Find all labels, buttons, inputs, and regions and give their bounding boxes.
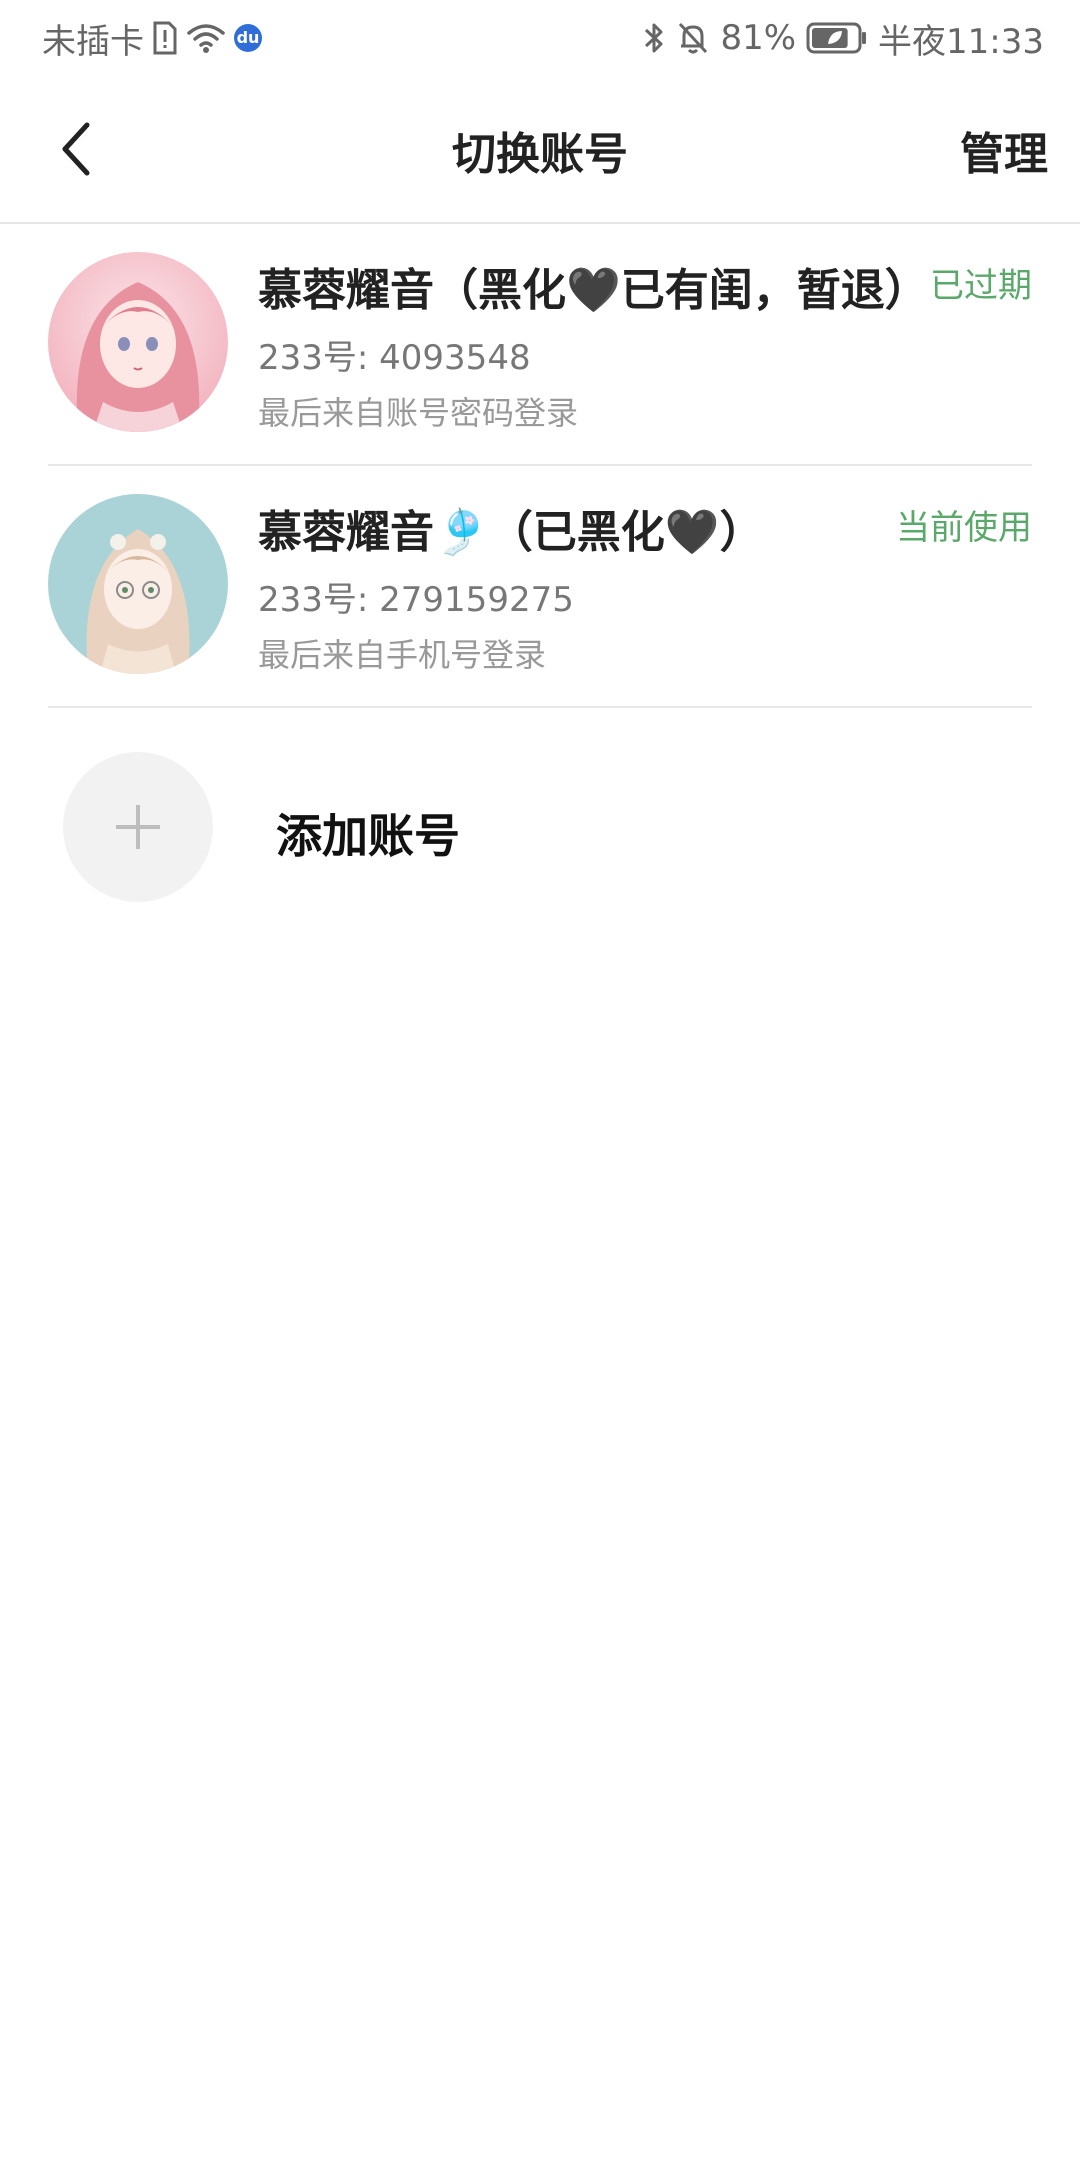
account-status-current: 当前使用 (896, 508, 1032, 548)
manage-button[interactable]: 管理 (960, 118, 1048, 182)
battery-percent: 81% (720, 18, 797, 58)
account-login-method: 最后来自账号密码登录 (258, 394, 579, 432)
baidu-app-icon: du (234, 24, 262, 52)
add-account-label: 添加账号 (276, 809, 460, 863)
sim-alert-icon (152, 21, 178, 55)
account-name: 慕蓉耀音（黑化🖤已有闺，暂退） (258, 265, 929, 316)
account-list: 慕蓉耀音（黑化🖤已有闺，暂退） 已过期 233号: 4093548 最后来自账号… (0, 224, 1080, 708)
header: 切换账号 管理 (0, 76, 1080, 224)
plus-icon (116, 805, 160, 849)
account-item[interactable]: 慕蓉耀音🎐（已黑化🖤） 当前使用 233号: 279159275 最后来自手机号… (48, 466, 1032, 708)
status-bar-left: 未插卡 du (42, 14, 262, 62)
add-account-circle[interactable] (63, 752, 213, 902)
bluetooth-icon (642, 20, 666, 56)
status-bar: 未插卡 du 81% 半夜11:33 (0, 0, 1080, 76)
account-id: 233号: 4093548 (258, 338, 531, 378)
account-item[interactable]: 慕蓉耀音（黑化🖤已有闺，暂退） 已过期 233号: 4093548 最后来自账号… (48, 224, 1032, 466)
page-title: 切换账号 (452, 129, 628, 180)
bell-off-icon (676, 20, 710, 56)
avatar (48, 252, 228, 432)
status-bar-right: 81% 半夜11:33 (642, 14, 1044, 62)
add-account-button[interactable]: 添加账号 (0, 740, 1080, 920)
avatar (48, 494, 228, 674)
account-login-method: 最后来自手机号登录 (258, 636, 547, 674)
account-name: 慕蓉耀音🎐（已黑化🖤） (258, 507, 764, 558)
account-id: 233号: 279159275 (258, 580, 574, 620)
account-status-expired: 已过期 (930, 266, 1032, 306)
carrier-text: 未插卡 (42, 21, 144, 62)
wifi-icon (186, 22, 226, 54)
clock-time: 半夜11:33 (878, 21, 1044, 62)
battery-icon (806, 21, 868, 55)
